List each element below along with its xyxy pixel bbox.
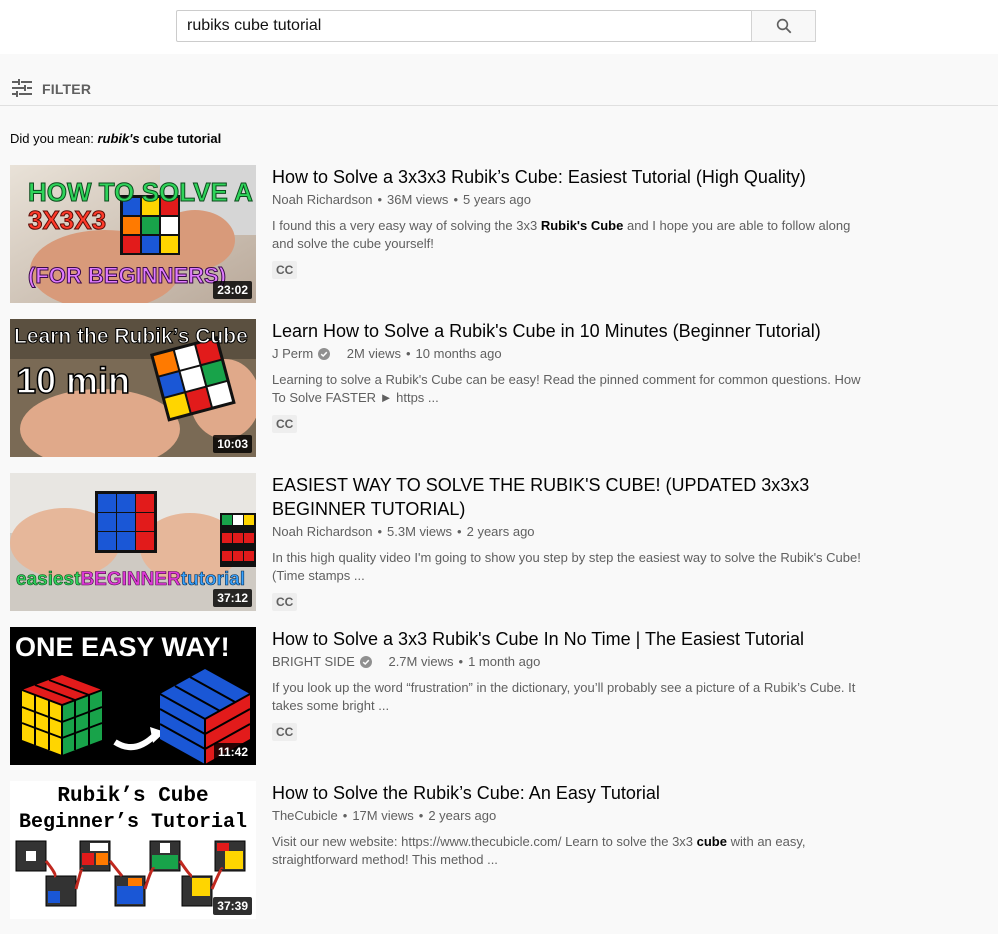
video-info: EASIEST WAY TO SOLVE THE RUBIK'S CUBE! (… — [272, 473, 872, 611]
video-meta: BRIGHT SIDE 2.7M views • 1 month ago — [272, 653, 872, 671]
top-bar — [0, 0, 998, 54]
meta-separator: • — [377, 192, 383, 207]
meta-separator: • — [405, 346, 411, 361]
suggested-query-link[interactable]: rubik's cube tutorial — [97, 131, 221, 146]
video-duration: 11:42 — [213, 743, 252, 761]
search-icon — [776, 18, 791, 34]
thumbnail-text: easiest — [16, 569, 81, 590]
cc-badge: CC — [272, 415, 298, 433]
upload-age: 10 months ago — [415, 346, 502, 361]
video-description: If you look up the word “frustration” in… — [272, 680, 856, 713]
upload-age: 1 month ago — [468, 654, 541, 669]
video-duration: 23:02 — [213, 281, 252, 299]
meta-separator: • — [418, 808, 424, 823]
meta-separator: • — [342, 808, 348, 823]
upload-age: 5 years ago — [463, 192, 531, 207]
video-thumbnail[interactable]: ONE EASY WAY! 11:42 — [10, 627, 256, 765]
video-meta: J Perm 2M views • 10 months ago — [272, 345, 872, 363]
video-description: Learning to solve a Rubik's Cube can be … — [272, 372, 861, 405]
video-result: Rubik’s Cube Beginner’s Tutorial 37:39 H… — [10, 781, 880, 919]
thumbnail-text: Rubik’s Cube — [57, 785, 208, 808]
video-thumbnail[interactable]: Learn the Rubik’s Cube 10 min 10:03 — [10, 319, 256, 457]
search-box[interactable] — [176, 10, 752, 42]
filter-button[interactable]: FILTER — [42, 81, 91, 97]
channel-name[interactable]: BRIGHT SIDE — [272, 653, 355, 671]
search-button[interactable] — [751, 10, 816, 42]
search-input[interactable] — [177, 11, 751, 41]
video-duration: 10:03 — [213, 435, 252, 453]
thumbnail-text: Beginner’s Tutorial — [19, 811, 247, 834]
thumbnail-text: ONE EASY WAY! — [15, 632, 230, 662]
video-result: easiestBEGINNERtutorial 37:12 EASIEST WA… — [10, 473, 880, 611]
thumbnail-text: 3X3X3 — [28, 205, 106, 235]
video-duration: 37:12 — [213, 589, 252, 607]
meta-separator: • — [377, 524, 383, 539]
view-count: 17M views — [352, 808, 414, 823]
thumbnail-text: 10 min — [16, 360, 130, 401]
view-count: 36M views — [387, 192, 449, 207]
video-info: How to Solve the Rubik’s Cube: An Easy T… — [272, 781, 872, 869]
meta-separator — [380, 653, 384, 671]
filter-bar: FILTER — [0, 70, 998, 106]
video-result: HOW TO SOLVE A 3X3X3 (FOR BEGINNERS) 23:… — [10, 165, 880, 303]
meta-separator — [338, 345, 342, 363]
did-you-mean: Did you mean: rubik's cube tutorial — [10, 131, 221, 146]
suggested-query-italic: rubik's — [97, 131, 140, 146]
thumbnail-text: (FOR BEGINNERS) — [28, 263, 226, 288]
cc-badge: CC — [272, 723, 298, 741]
meta-separator: • — [458, 654, 464, 669]
view-count: 2.7M views — [388, 654, 454, 669]
video-title[interactable]: How to Solve a 3x3 Rubik's Cube In No Ti… — [272, 627, 872, 651]
video-thumbnail[interactable]: Rubik’s Cube Beginner’s Tutorial 37:39 — [10, 781, 256, 919]
channel-name[interactable]: Noah Richardson — [272, 523, 372, 541]
verified-icon — [359, 656, 372, 668]
suggested-query-rest: cube tutorial — [139, 131, 222, 146]
video-result: Learn the Rubik’s Cube 10 min 10:03 Lear… — [10, 319, 880, 457]
video-meta: Noah Richardson • 36M views • 5 years ag… — [272, 191, 872, 209]
thumbnail-text: tutorial — [181, 569, 245, 590]
video-meta: TheCubicle • 17M views • 2 years ago — [272, 807, 872, 825]
cc-badge: CC — [272, 593, 298, 611]
video-meta: Noah Richardson • 5.3M views • 2 years a… — [272, 523, 872, 541]
video-info: Learn How to Solve a Rubik's Cube in 10 … — [272, 319, 872, 433]
video-result: ONE EASY WAY! 11:42 How to Solve a 3x3 R… — [10, 627, 880, 765]
filter-icon[interactable] — [12, 79, 32, 97]
channel-name[interactable]: Noah Richardson — [272, 191, 372, 209]
video-info: How to Solve a 3x3x3 Rubik’s Cube: Easie… — [272, 165, 872, 279]
video-description: In this high quality video I'm going to … — [272, 550, 861, 583]
meta-separator: • — [453, 192, 458, 207]
video-thumbnail[interactable]: easiestBEGINNERtutorial 37:12 — [10, 473, 256, 611]
thumbnail-text: HOW TO SOLVE A — [28, 177, 253, 207]
upload-age: 2 years ago — [466, 524, 535, 539]
verified-icon — [318, 348, 331, 360]
view-count: 2M views — [346, 346, 401, 361]
channel-name[interactable]: J Perm — [272, 345, 313, 363]
video-info: How to Solve a 3x3 Rubik's Cube In No Ti… — [272, 627, 872, 741]
video-description: I found this a very easy way of solving … — [272, 218, 851, 251]
meta-separator: • — [457, 524, 462, 539]
video-title[interactable]: How to Solve a 3x3x3 Rubik’s Cube: Easie… — [272, 165, 872, 189]
video-title[interactable]: Learn How to Solve a Rubik's Cube in 10 … — [272, 319, 872, 343]
cc-badge: CC — [272, 261, 298, 279]
video-title[interactable]: EASIEST WAY TO SOLVE THE RUBIK'S CUBE! (… — [272, 473, 872, 521]
did-you-mean-prefix: Did you mean: — [10, 131, 94, 146]
video-description: Visit our new website: https://www.thecu… — [272, 834, 806, 867]
svg-text:easiestBEGINNERtutorial: easiestBEGINNERtutorial — [16, 569, 245, 590]
channel-name[interactable]: TheCubicle — [272, 807, 338, 825]
thumbnail-text: BEGINNER — [80, 569, 181, 590]
view-count: 5.3M views — [387, 524, 453, 539]
video-thumbnail[interactable]: HOW TO SOLVE A 3X3X3 (FOR BEGINNERS) 23:… — [10, 165, 256, 303]
upload-age: 2 years ago — [428, 808, 497, 823]
video-title[interactable]: How to Solve the Rubik’s Cube: An Easy T… — [272, 781, 872, 805]
thumbnail-text: Learn the Rubik’s Cube — [14, 325, 248, 348]
video-duration: 37:39 — [213, 897, 252, 915]
